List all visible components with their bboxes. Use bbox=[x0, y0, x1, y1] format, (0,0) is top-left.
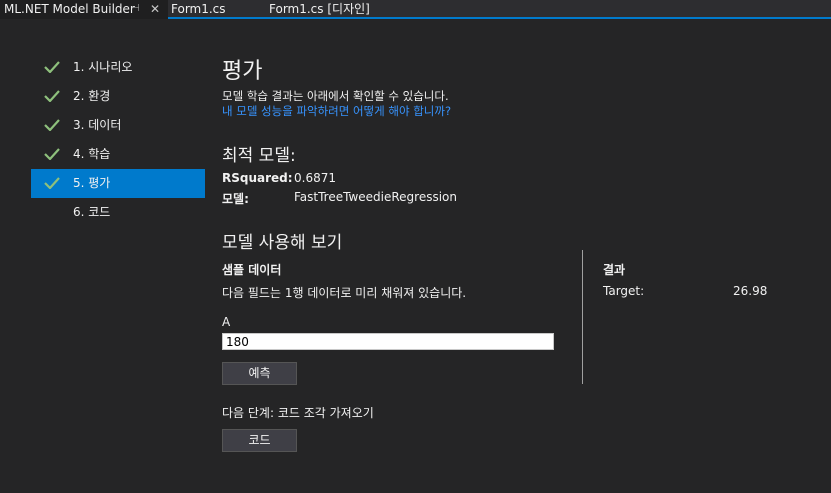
check-icon bbox=[44, 61, 60, 73]
tab-label: ML.NET Model Builder bbox=[4, 2, 135, 16]
field-a-label: A bbox=[222, 315, 231, 329]
check-icon bbox=[44, 177, 60, 189]
code-button[interactable]: 코드 bbox=[222, 429, 297, 452]
step-label: 5. 평가 bbox=[73, 176, 111, 190]
step-evaluate[interactable]: 5. 평가 bbox=[31, 169, 205, 198]
sample-data-heading: 샘플 데이터 bbox=[222, 263, 282, 277]
tab-form1-cs[interactable]: Form1.cs bbox=[171, 0, 226, 19]
step-label: 2. 환경 bbox=[73, 89, 111, 103]
step-scenario[interactable]: 1. 시나리오 bbox=[31, 53, 205, 82]
model-label: 모델: bbox=[222, 192, 249, 206]
try-model-heading: 모델 사용해 보기 bbox=[222, 233, 343, 253]
sample-data-description: 다음 필드는 1행 데이터로 미리 채워져 있습니다. bbox=[222, 286, 467, 300]
page-description: 모델 학습 결과는 아래에서 확인할 수 있습니다. bbox=[222, 89, 449, 103]
vertical-divider bbox=[582, 250, 583, 384]
tab-label: Form1.cs bbox=[171, 2, 226, 16]
predict-button[interactable]: 예측 bbox=[222, 362, 297, 385]
page-title: 평가 bbox=[222, 59, 263, 84]
target-value: 26.98 bbox=[733, 284, 768, 298]
best-model-heading: 최적 모델: bbox=[222, 146, 296, 166]
step-label: 1. 시나리오 bbox=[73, 60, 133, 74]
check-icon bbox=[44, 90, 60, 102]
tab-form1-designer[interactable]: Form1.cs [디자인] bbox=[269, 0, 370, 19]
pin-icon[interactable]: ⊣ bbox=[131, 0, 140, 18]
check-icon bbox=[44, 119, 60, 131]
rsquared-value: 0.6871 bbox=[294, 171, 336, 185]
next-step-text: 다음 단계: 코드 조각 가져오기 bbox=[222, 406, 374, 420]
step-code[interactable]: 6. 코드 bbox=[31, 198, 205, 227]
field-a-input[interactable] bbox=[222, 333, 554, 350]
step-label: 3. 데이터 bbox=[73, 118, 122, 132]
target-label: Target: bbox=[603, 284, 645, 298]
step-label: 6. 코드 bbox=[73, 205, 111, 219]
tab-model-builder[interactable]: ML.NET Model Builder ⊣ ✕ bbox=[0, 0, 168, 19]
tab-label: Form1.cs [디자인] bbox=[269, 2, 370, 16]
step-label: 4. 학습 bbox=[73, 147, 111, 161]
close-icon[interactable]: ✕ bbox=[150, 0, 160, 18]
step-navigation: 1. 시나리오 2. 환경 3. 데이터 4. 학습 5. 평가 6. 코드 bbox=[31, 53, 205, 227]
rsquared-label: RSquared: bbox=[222, 171, 293, 185]
help-link[interactable]: 내 모델 성능을 파악하려면 어떻게 해야 합니까? bbox=[222, 103, 451, 119]
step-environment[interactable]: 2. 환경 bbox=[31, 82, 205, 111]
result-heading: 결과 bbox=[603, 263, 626, 277]
step-data[interactable]: 3. 데이터 bbox=[31, 111, 205, 140]
check-icon bbox=[44, 148, 60, 160]
document-tab-bar: ML.NET Model Builder ⊣ ✕ Form1.cs Form1.… bbox=[0, 0, 831, 19]
step-train[interactable]: 4. 학습 bbox=[31, 140, 205, 169]
model-value: FastTreeTweedieRegression bbox=[294, 190, 458, 204]
